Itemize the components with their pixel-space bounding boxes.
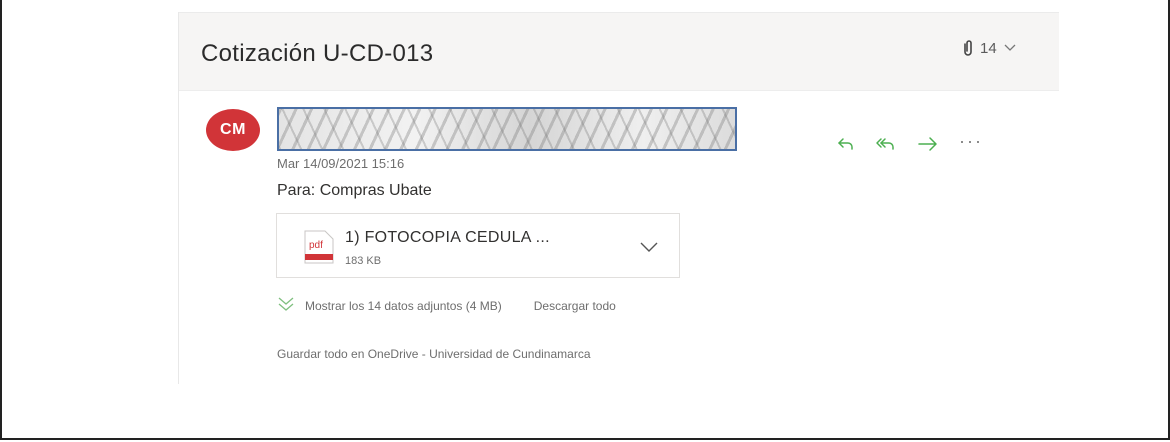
paperclip-icon xyxy=(962,38,974,58)
save-to-onedrive-link[interactable]: Guardar todo en OneDrive - Universidad d… xyxy=(277,347,591,361)
avatar-initials: CM xyxy=(220,121,246,138)
download-all-link[interactable]: Descargar todo xyxy=(534,299,616,313)
attachment-count-label: 14 xyxy=(980,39,997,57)
reply-icon[interactable] xyxy=(837,136,855,152)
show-all-attachments-link[interactable]: Mostrar los 14 datos adjuntos (4 MB) xyxy=(305,299,502,313)
attachment-card[interactable]: pdf 1) FOTOCOPIA CEDULA ... 183 KB xyxy=(276,213,680,278)
reply-all-icon[interactable] xyxy=(875,136,897,152)
message-actions: ··· xyxy=(837,132,983,152)
subject-header: Cotización U-CD-013 14 xyxy=(179,12,1059,91)
double-chevron-down-icon[interactable] xyxy=(277,296,295,315)
sender-name-redacted xyxy=(277,107,737,151)
avatar[interactable]: CM xyxy=(206,109,260,151)
attachment-name: 1) FOTOCOPIA CEDULA ... xyxy=(345,229,550,246)
svg-text:pdf: pdf xyxy=(309,240,323,251)
chevron-down-icon[interactable] xyxy=(639,240,659,258)
chevron-down-icon xyxy=(1003,43,1017,53)
attachment-count[interactable]: 14 xyxy=(962,38,1017,58)
more-icon[interactable]: ··· xyxy=(959,132,983,150)
email-recipient: Para: Compras Ubate xyxy=(277,182,432,199)
forward-icon[interactable] xyxy=(917,136,939,152)
attachment-size: 183 KB xyxy=(345,255,382,267)
attachments-bar: Mostrar los 14 datos adjuntos (4 MB) Des… xyxy=(277,296,616,315)
email-subject: Cotización U-CD-013 xyxy=(201,40,434,67)
email-date: Mar 14/09/2021 15:16 xyxy=(277,156,405,171)
pdf-file-icon: pdf xyxy=(303,230,335,269)
reading-pane: Cotización U-CD-013 14 CM Mar 14/09/2021… xyxy=(178,12,1059,384)
